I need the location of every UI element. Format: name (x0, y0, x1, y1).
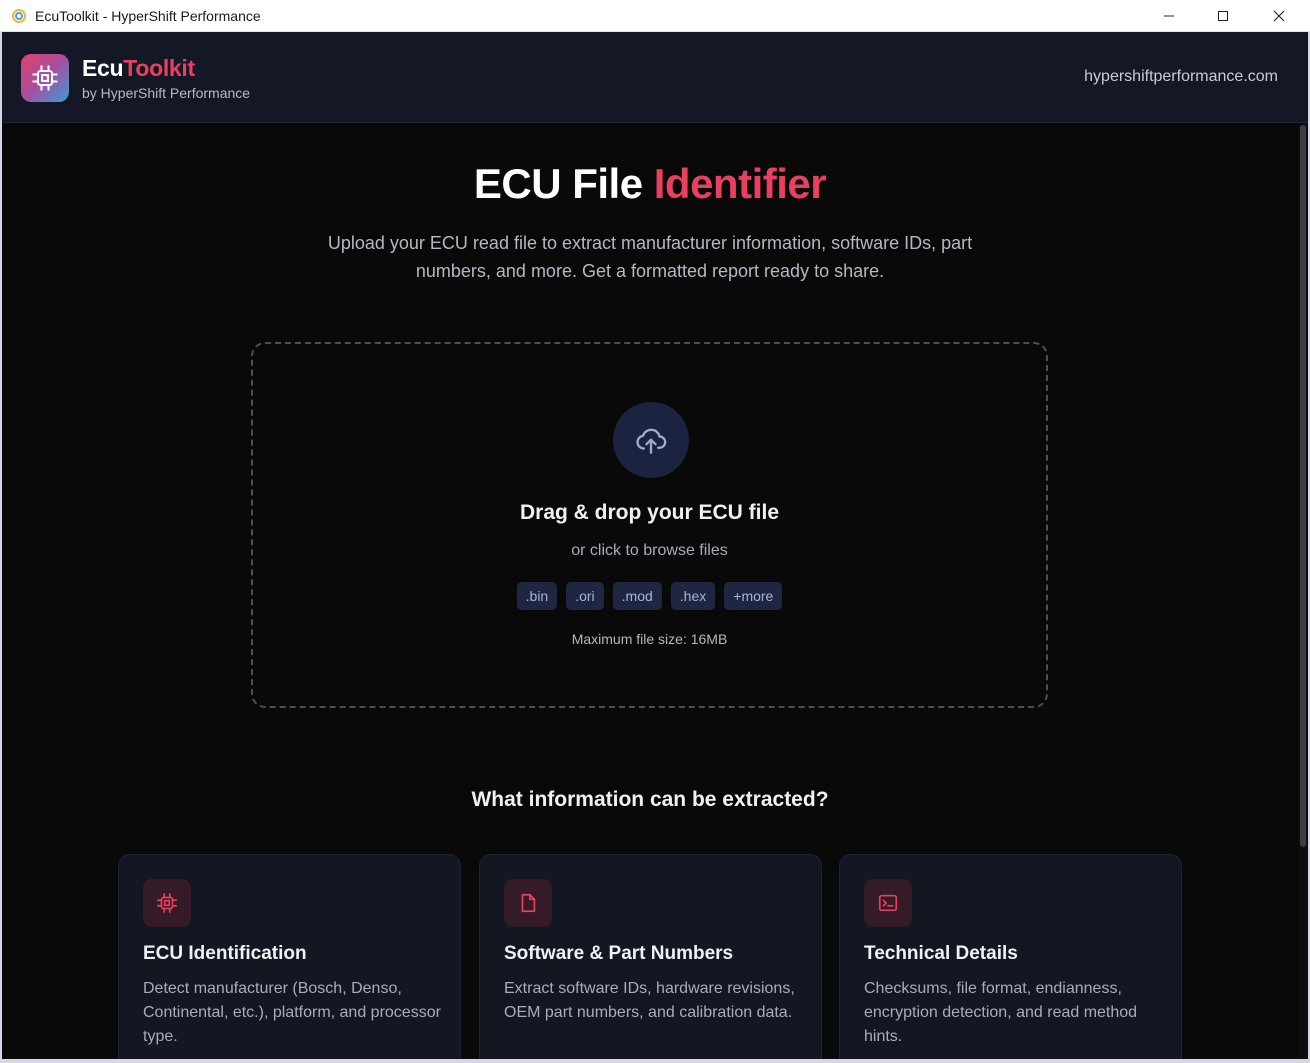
upload-icon-container (613, 402, 689, 478)
features-heading: What information can be extracted? (471, 788, 829, 811)
page-description: Upload your ECU read file to extract man… (327, 233, 973, 281)
cpu-chip-icon (157, 893, 177, 913)
cloud-upload-icon (636, 428, 667, 454)
brand: EcuToolkit by HyperShift Performance (82, 55, 250, 101)
file-icon (521, 893, 536, 913)
feature-icon-container (504, 879, 552, 927)
feature-description: Checksums, file format, endianness, encr… (864, 980, 1138, 1045)
logo[interactable] (21, 54, 69, 102)
app-window: EcuToolkit by HyperShift Performance hyp… (2, 32, 1308, 1059)
feature-icon-container (143, 879, 191, 927)
cpu-chip-icon (32, 65, 58, 91)
extension-chip: .ori (566, 582, 604, 610)
dropzone-subtitle: or click to browse files (571, 542, 728, 559)
feature-card: Software & Part Numbers Extract software… (479, 854, 822, 1059)
page-title: ECU File Identifier (2, 160, 1298, 208)
app-icon (12, 9, 26, 23)
page-title-part1: ECU File (473, 160, 654, 207)
window-titlebar: EcuToolkit - HyperShift Performance (0, 0, 1310, 32)
extension-chip: .bin (516, 582, 558, 610)
extension-chip: .mod (612, 582, 662, 610)
minimize-button[interactable] (1146, 0, 1192, 32)
page-title-part2: Identifier (653, 160, 827, 207)
brand-name-part2: Toolkit (123, 55, 195, 81)
feature-title: Software & Part Numbers (504, 943, 734, 964)
file-dropzone[interactable]: Drag & drop your ECU file or click to br… (251, 342, 1048, 708)
feature-title: Technical Details (864, 943, 1018, 964)
extension-list: .bin .ori .mod .hex +more (253, 582, 1046, 610)
app-header: EcuToolkit by HyperShift Performance hyp… (2, 32, 1308, 123)
close-icon (1273, 10, 1285, 22)
maximize-button[interactable] (1200, 0, 1246, 32)
max-file-size: Maximum file size: 16MB (571, 631, 728, 647)
maximize-icon (1218, 11, 1228, 21)
feature-card: ECU Identification Detect manufacturer (… (118, 854, 461, 1059)
site-link[interactable]: hypershiftperformance.com (1084, 68, 1278, 86)
feature-description: Extract software IDs, hardware revisions… (504, 980, 795, 1021)
extension-chip: +more (724, 582, 783, 610)
minimize-icon (1164, 15, 1174, 17)
brand-name: EcuToolkit (82, 55, 250, 82)
feature-icon-container (864, 879, 912, 927)
terminal-icon (878, 894, 898, 912)
close-button[interactable] (1256, 0, 1302, 32)
feature-title: ECU Identification (143, 943, 307, 964)
brand-name-part1: Ecu (82, 55, 124, 81)
scrollbar-thumb[interactable] (1300, 125, 1306, 847)
feature-card: Technical Details Checksums, file format… (839, 854, 1182, 1059)
dropzone-title: Drag & drop your ECU file (519, 501, 780, 524)
extension-chip: .hex (670, 582, 716, 610)
feature-description: Detect manufacturer (Bosch, Denso, Conti… (143, 980, 441, 1045)
window-title: EcuToolkit - HyperShift Performance (35, 8, 261, 24)
brand-subtitle: by HyperShift Performance (82, 85, 251, 101)
